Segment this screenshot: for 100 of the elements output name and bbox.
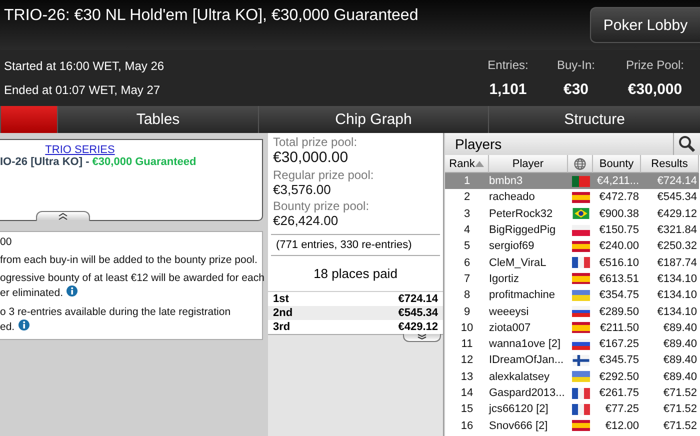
end-time: Ended at 01:07 WET, May 27 [4,83,162,97]
bounty-cell-text: €167.25 [598,337,640,352]
stat-label: Prize Pool: [626,58,684,72]
rank-cell-text: 11 [460,337,474,352]
bounty-cell-text: €516.10 [598,256,640,271]
bounty-cell-text: €77.25 [604,402,640,418]
player-cell-text: BigRiggedPig [489,223,557,238]
results-cell-text: €134.10 [656,304,698,320]
bounty-cell-text: €261.75 [598,386,640,401]
rank-cell-text: 2 [462,190,472,206]
start-time: Started at 16:00 WET, May 26 [4,59,164,73]
results-cell: €724.14 [641,173,699,190]
rank-cell-text: 12 [460,353,474,368]
flag-icon [572,192,590,203]
player-cell-text: wanna1ove [2] [489,337,562,352]
payout-amount: €429.12 [398,320,438,334]
bounty-cell-text: €150.75 [598,223,640,238]
payout-amount: €545.34 [398,306,438,320]
results-cell-text: €545.34 [656,190,698,206]
results-cell-text: €89.40 [662,370,698,385]
player-cell-text: Snov666 [2] [489,418,549,434]
flag-icon [572,208,590,220]
flag-icon [572,240,590,252]
rank-cell-text: 13 [460,370,474,385]
column-header[interactable]: Results [641,155,699,173]
player-cell: bmbn3 [489,173,568,190]
player-cell-text: profitmachine [489,288,556,304]
bounty-cell-text: €211.50 [599,320,640,336]
results-cell-text: €250.32 [656,239,698,254]
detail-text: from each buy-in will be added to the bounty prize pool. [0,254,258,267]
rank-cell-text: 16 [460,418,474,434]
bounty-cell-text: €292.50 [598,370,640,385]
rank-cell-text: 10 [460,320,474,336]
column-header[interactable]: Rank [445,155,489,173]
bounty-cell-text: €12.00 [604,418,640,434]
results-cell-text: €89.40 [662,353,698,368]
poker-lobby-button[interactable]: Poker Lobby [590,7,700,43]
double-chevron-icon [58,213,68,220]
places-paid: 18 places paid [312,265,398,283]
bounty-cell-text: €354.75 [598,288,640,304]
detail-text: er eliminated. [0,286,64,300]
player-cell-text: alexkalatsey [489,370,551,385]
payout-place: 3rd [273,320,290,334]
results-cell-text: €89.40 [662,320,698,336]
player-cell-text: PeterRock32 [489,206,554,222]
player-cell-text: Igortiz [489,272,520,287]
stat-label: Buy-In: [556,58,595,72]
results-cell-text: €71.52 [662,386,698,401]
player-cell-text: CleM_ViraL [489,256,548,271]
rank-cell-text: 15 [460,402,474,418]
flag-icon [572,404,590,415]
expand-tab[interactable] [403,334,441,342]
rank-cell-text: 7 [462,272,472,287]
pool-value: €3,576.00 [273,182,332,197]
rank-cell: 1 [445,173,489,190]
player-cell-text: ziota007 [489,320,532,336]
series-link[interactable]: TRIO SERIES [0,144,160,156]
flag-icon [572,257,590,268]
guarantee-text: €30,000 Guaranteed [92,156,196,168]
column-header[interactable]: Bounty [593,155,641,173]
rank-cell-text: 3 [462,206,472,222]
player-cell-text: weeeysi [489,304,530,320]
collapse-tab[interactable] [36,211,90,221]
payout-place: 2nd [273,306,293,320]
pool-label: Total prize pool: [273,135,358,149]
stat-value: €30,000 [628,80,682,98]
flag-icon [572,354,590,366]
player-cell-text: Gaspard2013... [489,386,566,401]
payout-place: 1st [273,292,289,306]
flag-icon [572,290,590,301]
stat-label: Entries: [488,58,528,72]
player-cell-text: IDreamOfJan... [489,353,565,368]
tab[interactable]: Structure [488,106,700,133]
pool-value: €26,424.00 [273,213,340,228]
bounty-cell-text: €345.75 [598,353,640,368]
bounty-cell-text: €289.50 [598,304,640,320]
tab[interactable]: Tables [57,106,258,133]
globe-icon [574,158,586,170]
flag-icon [572,306,590,318]
bounty-cell-text: €240.00 [598,239,640,254]
results-cell-text: €89.40 [662,337,698,352]
rank-cell-text: 8 [462,288,472,304]
rank-cell-text: 6 [462,256,472,271]
tab[interactable]: Chip Graph [258,106,488,133]
flag-icon [572,371,590,382]
bounty-cell-text: €900.38 [598,206,640,222]
results-cell-text: €321.84 [656,223,698,238]
rank-cell-text: 5 [462,239,472,254]
stat-value: €30 [563,80,589,98]
pool-label: Bounty prize pool: [273,199,370,213]
entries-text: (771 entries, 330 re-entries) [271,234,440,256]
player-cell-text: sergiof69 [489,239,536,254]
detail-text: o 3 re-entries available during the late registration [0,306,231,319]
payout-amount: €724.14 [398,292,438,306]
double-chevron-icon [417,334,427,340]
flag-icon [572,322,590,334]
player-cell-text: racheado [489,190,536,206]
column-header[interactable]: Player [489,155,568,173]
rank-cell-text: 9 [462,304,472,320]
stat-value: 1,101 [489,80,527,98]
